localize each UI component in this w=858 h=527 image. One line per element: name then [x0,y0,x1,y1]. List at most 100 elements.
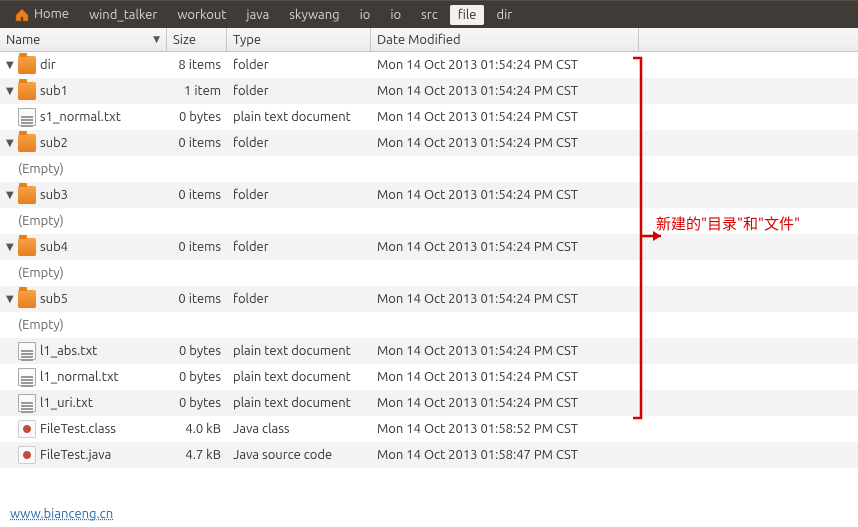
disclosure-triangle-icon[interactable]: ▼ [6,137,16,149]
cell-size: 0 bytes [167,344,227,358]
breadcrumb-item[interactable]: skywang [281,5,347,25]
col-header-label: Name [6,33,40,47]
table-row[interactable]: ▼sub11 itemfolderMon 14 Oct 2013 01:54:2… [0,78,858,104]
col-header-modified[interactable]: Date Modified [371,28,639,51]
table-row[interactable]: ▼dir8 itemsfolderMon 14 Oct 2013 01:54:2… [0,52,858,78]
file-name: sub4 [40,240,68,254]
cell-name: (Empty) [0,318,167,332]
cell-mod: Mon 14 Oct 2013 01:54:24 PM CST [371,136,639,150]
table-row[interactable]: l1_abs.txt0 bytesplain text documentMon … [0,338,858,364]
breadcrumb-item[interactable]: java [238,5,277,25]
cell-type: folder [227,58,371,72]
file-name: l1_normal.txt [40,370,119,384]
col-header-size[interactable]: Size [167,28,227,51]
file-name: (Empty) [18,162,64,176]
cell-size: 0 bytes [167,110,227,124]
cell-size: 8 items [167,58,227,72]
cell-name: ▼ sub4 [0,238,167,256]
table-row[interactable]: l1_uri.txt 0 bytesplain text documentMon … [0,390,858,416]
breadcrumb-item[interactable]: io [352,5,379,25]
breadcrumb-item[interactable]: src [413,5,446,25]
table-row[interactable]: l1_normal.txt0 bytesplain text documentM… [0,364,858,390]
table-row[interactable]: FileTest.java4.7 kBJava source codeMon 1… [0,442,858,468]
cell-size: 0 items [167,292,227,306]
cell-mod: Mon 14 Oct 2013 01:54:24 PM CST [371,188,639,202]
table-row[interactable]: ▼ sub3 0 itemsfolderMon 14 Oct 2013 01:54:… [0,182,858,208]
path-bar: Home wind_talker workout java skywang io… [0,0,858,28]
breadcrumb-item[interactable]: io [382,5,409,25]
cell-name: l1_uri.txt [0,394,167,412]
table-row[interactable]: (Empty) [0,260,858,286]
table-row[interactable]: (Empty) [0,156,858,182]
cell-size: 0 items [167,136,227,150]
file-name: sub3 [40,188,68,202]
table-row[interactable]: ▼sub50 itemsfolderMon 14 Oct 2013 01:54:… [0,286,858,312]
cell-type: Java source code [227,448,371,462]
file-name: (Empty) [18,266,64,280]
col-header-type[interactable]: Type [227,28,371,51]
cell-size: 1 item [167,84,227,98]
breadcrumb-item[interactable]: workout [169,5,234,25]
disclosure-triangle-icon[interactable]: ▼ [6,189,16,201]
table-row[interactable]: FileTest.class4.0 kBJava classMon 14 Oct… [0,416,858,442]
home-icon [14,7,30,22]
folder-icon [18,290,36,308]
col-header-name[interactable]: Name ▼ [0,28,167,51]
disclosure-triangle-icon[interactable]: ▼ [6,85,16,97]
cell-name: (Empty) [0,266,167,280]
file-name: (Empty) [18,214,64,228]
cell-type: plain text document [227,344,371,358]
java-icon [18,420,36,438]
cell-name: ▼ sub3 [0,186,167,204]
cell-type: plain text document [227,396,371,410]
text-icon [18,342,36,360]
cell-type: folder [227,136,371,150]
cell-name: (Empty) [0,162,167,176]
cell-name: l1_normal.txt [0,368,167,386]
cell-mod: Mon 14 Oct 2013 01:54:24 PM CST [371,240,639,254]
breadcrumb-home[interactable]: Home [6,4,77,25]
disclosure-triangle-icon[interactable]: ▼ [6,59,16,71]
breadcrumb-item[interactable]: wind_talker [81,5,165,25]
cell-name: ▼ sub1 [0,82,167,100]
file-list: ▼dir8 itemsfolderMon 14 Oct 2013 01:54:2… [0,52,858,468]
table-row[interactable]: ▼sub40 itemsfolderMon 14 Oct 2013 01:54:… [0,234,858,260]
cell-size: 0 items [167,188,227,202]
text-icon [18,394,36,412]
breadcrumb-item-active[interactable]: file [450,5,485,25]
disclosure-triangle-icon[interactable]: ▼ [6,241,16,253]
file-name: FileTest.class [40,422,116,436]
table-row[interactable]: (Empty) [0,312,858,338]
table-row[interactable]: s1_normal.txt0 bytesplain text documentM… [0,104,858,130]
cell-type: plain text document [227,110,371,124]
col-header-label: Type [233,33,261,47]
cell-mod: Mon 14 Oct 2013 01:54:24 PM CST [371,396,639,410]
cell-type: folder [227,292,371,306]
cell-type: plain text document [227,370,371,384]
col-header-label: Date Modified [377,33,461,47]
col-header-label: Size [173,33,196,47]
folder-icon [18,134,36,152]
file-name: l1_uri.txt [40,396,93,410]
file-name: s1_normal.txt [40,110,121,124]
folder-icon [18,56,36,74]
cell-type: folder [227,188,371,202]
disclosure-triangle-icon[interactable]: ▼ [6,293,16,305]
text-icon [18,108,36,126]
cell-name: ▼dir [0,56,167,74]
cell-type: folder [227,84,371,98]
cell-mod: Mon 14 Oct 2013 01:54:24 PM CST [371,58,639,72]
file-name: (Empty) [18,318,64,332]
cell-name: s1_normal.txt [0,108,167,126]
cell-name: l1_abs.txt [0,342,167,360]
cell-size: 0 bytes [167,396,227,410]
cell-name: FileTest.class [0,420,167,438]
cell-name: FileTest.java [0,446,167,464]
source-link[interactable]: www.bianceng.cn [10,507,113,521]
cell-size: 4.0 kB [167,422,227,436]
table-row[interactable]: ▼sub20 itemsfolderMon 14 Oct 2013 01:54:… [0,130,858,156]
java-icon [18,446,36,464]
file-name: sub1 [40,84,68,98]
breadcrumb-item[interactable]: dir [488,5,520,25]
cell-mod: Mon 14 Oct 2013 01:54:24 PM CST [371,370,639,384]
